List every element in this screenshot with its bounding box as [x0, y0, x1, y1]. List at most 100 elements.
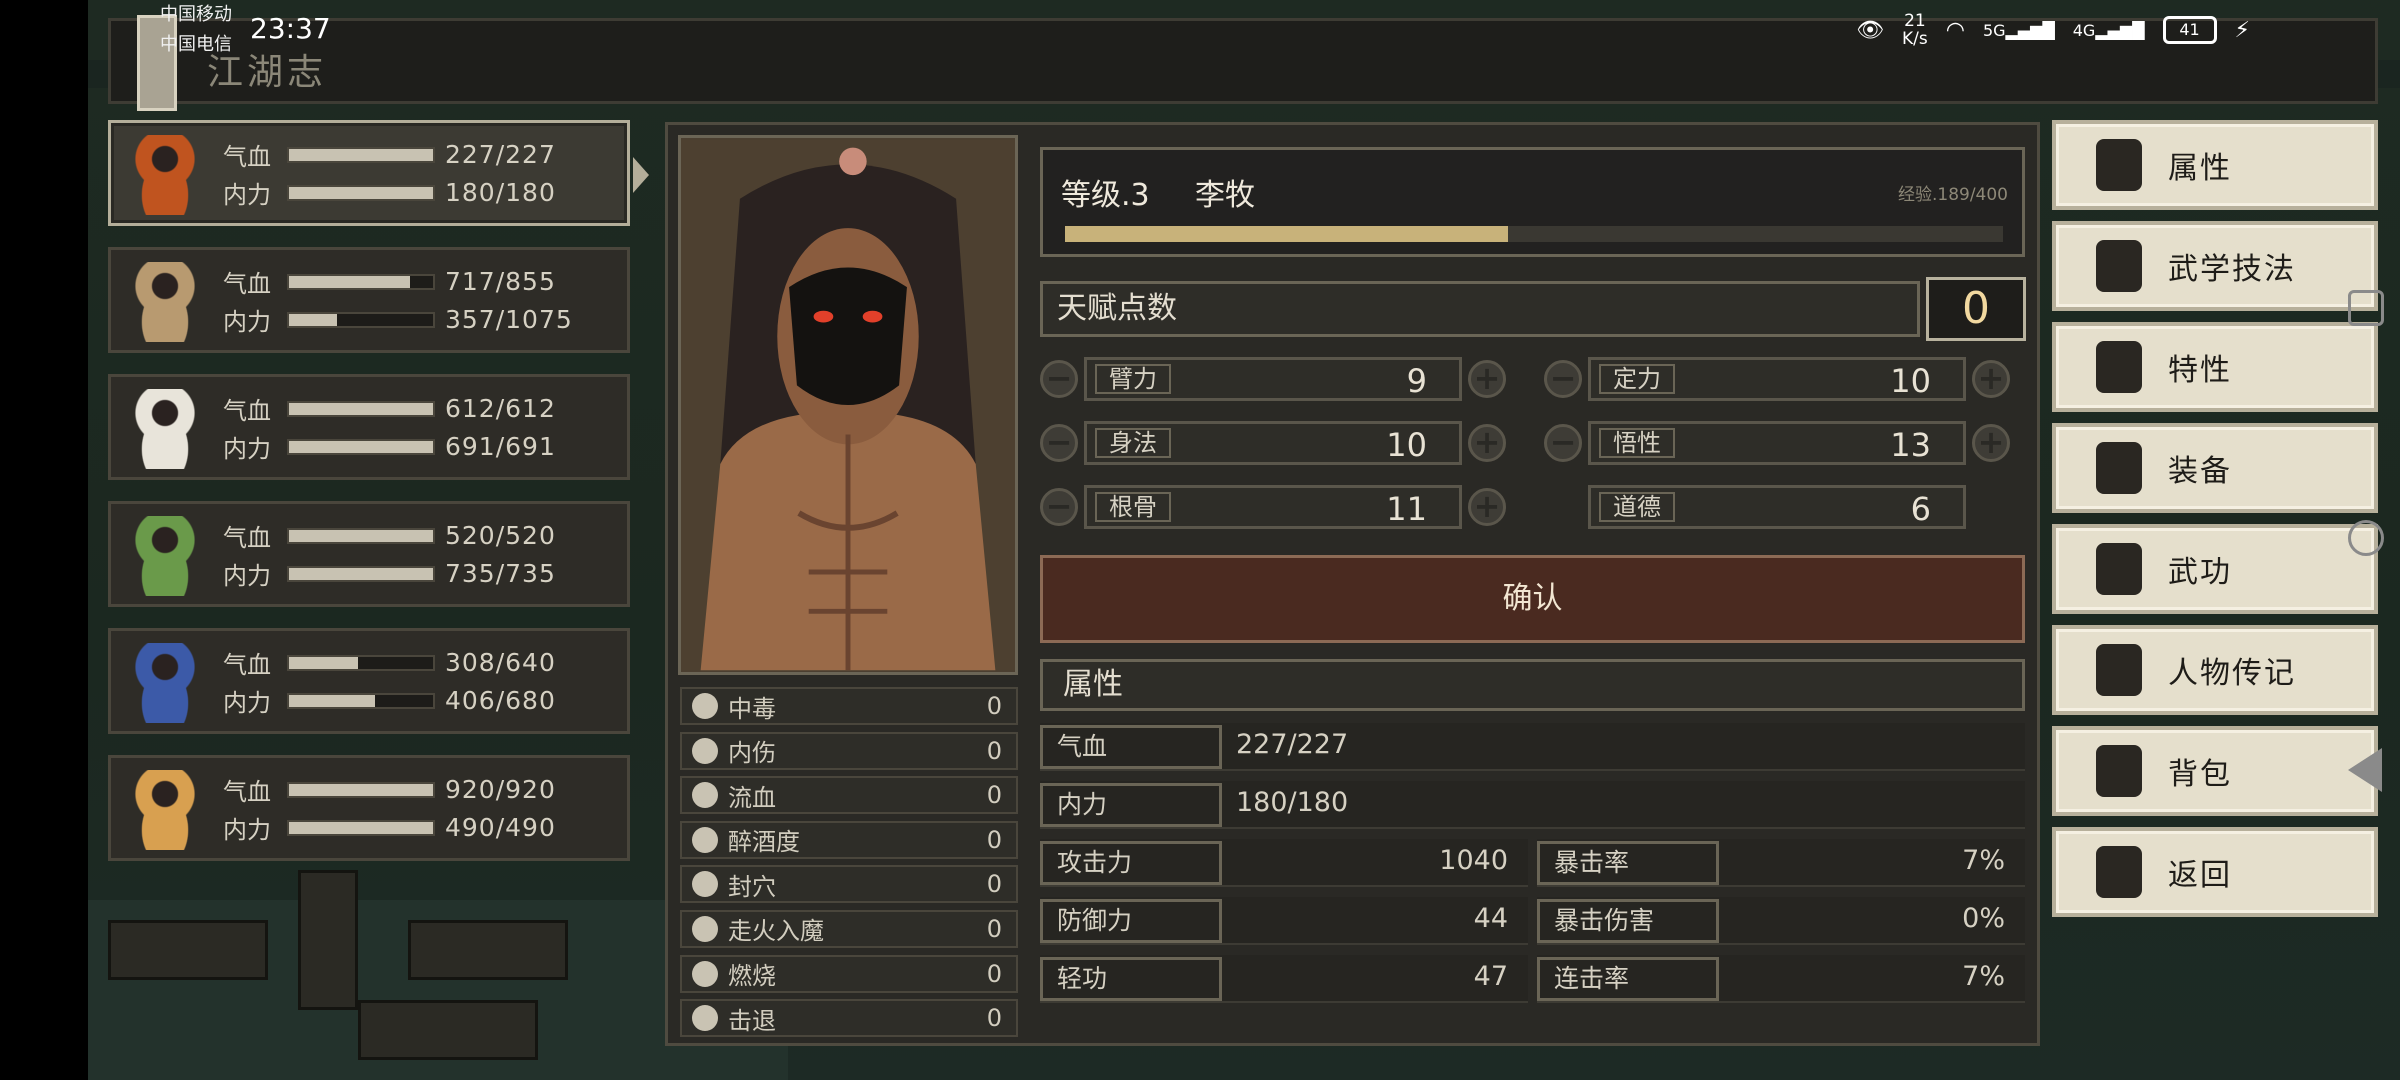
hp-bar	[287, 273, 435, 290]
map-building	[408, 920, 568, 980]
party-member-4[interactable]: 气血 308/640 内力 406/680	[108, 628, 630, 734]
party-member-1[interactable]: 气血 717/855 内力 357/1075	[108, 247, 630, 353]
attr-strength: 臂力 9	[1084, 357, 1462, 401]
decrease-strength-button[interactable]: −	[1040, 360, 1078, 398]
menu-button-book[interactable]: 武功	[2052, 524, 2378, 614]
attr-value: 11	[1386, 490, 1427, 528]
status-effect-row: 击退 0	[680, 999, 1018, 1038]
stat-name: 攻击力	[1040, 841, 1222, 885]
menu-button-technique[interactable]: 武学技法	[2052, 221, 2378, 311]
increase-insight-button[interactable]: +	[1972, 424, 2010, 462]
mp-value: 406/680	[445, 686, 556, 715]
hp-bar	[287, 146, 435, 163]
status-value: 0	[986, 736, 1002, 765]
menu-label: 装备	[2168, 454, 2232, 489]
attr-name: 臂力	[1095, 364, 1171, 394]
menu-button-person[interactable]: 属性	[2052, 120, 2378, 210]
sword-icon	[2096, 442, 2142, 494]
hp-label: 气血	[223, 143, 271, 171]
hp-bar-fill	[289, 656, 359, 669]
back-nav-icon[interactable]	[2348, 748, 2382, 792]
mp-label: 内力	[223, 816, 271, 844]
party-member-3[interactable]: 气血 520/520 内力 735/735	[108, 501, 630, 607]
character-sprite-icon	[125, 389, 205, 469]
person-icon	[2096, 139, 2142, 191]
menu-button-scroll[interactable]: 人物传记	[2052, 625, 2378, 715]
hp-label: 气血	[223, 524, 271, 552]
exp-bar-fill	[1065, 226, 1509, 242]
character-sprite-icon	[125, 135, 205, 215]
level-box: 等级.3 李牧 经验.189/400	[1040, 147, 2025, 257]
status-effect-row: 中毒 0	[680, 687, 1018, 725]
character-sprite-icon	[125, 643, 205, 723]
increase-constitution-button[interactable]: +	[1468, 488, 1506, 526]
decrease-insight-button[interactable]: −	[1544, 424, 1582, 462]
menu-button-sword[interactable]: 装备	[2052, 423, 2378, 513]
stat-crit-rate: 暴击率 7%	[1537, 839, 2025, 887]
decrease-constitution-button[interactable]: −	[1040, 488, 1078, 526]
status-effect-row: 封穴 0	[680, 865, 1018, 904]
decrease-agility-button[interactable]: −	[1040, 424, 1078, 462]
character-portrait	[678, 135, 1018, 675]
confirm-button[interactable]: 确认	[1040, 555, 2025, 643]
attr-composure: 定力 10	[1588, 357, 1966, 401]
side-menu: 属性武学技法特性装备武功人物传记背包返回	[2052, 120, 2382, 928]
attr-value: 9	[1406, 362, 1427, 400]
menu-label: 武功	[2168, 555, 2232, 590]
hp-bar-fill	[289, 148, 433, 161]
mp-label: 内力	[223, 181, 271, 209]
trait-icon	[2096, 341, 2142, 393]
mp-bar-fill	[289, 567, 433, 580]
status-name: 内伤	[728, 739, 776, 768]
stat-value: 227/227	[1236, 729, 1349, 760]
menu-button-door[interactable]: 返回	[2052, 827, 2378, 917]
increase-agility-button[interactable]: +	[1468, 424, 1506, 462]
party-member-2[interactable]: 气血 612/612 内力 691/691	[108, 374, 630, 480]
hp-bar	[287, 654, 435, 671]
wifi-icon: ◠	[1945, 17, 1965, 43]
mp-bar	[287, 438, 435, 455]
menu-button-bag[interactable]: 背包	[2052, 726, 2378, 816]
stat-crit-damage: 暴击伤害 0%	[1537, 897, 2025, 945]
status-effect-row: 走火入魔 0	[680, 909, 1018, 948]
stat-value: 0%	[1962, 903, 2005, 934]
mp-value: 180/180	[445, 178, 556, 207]
mp-bar-fill	[289, 440, 433, 453]
status-name: 中毒	[728, 694, 776, 723]
increase-composure-button[interactable]: +	[1972, 360, 2010, 398]
battery-icon: 41	[2162, 16, 2217, 44]
hp-label: 气血	[223, 651, 271, 679]
stat-name: 暴击伤害	[1537, 899, 1719, 943]
status-name: 击退	[728, 1006, 776, 1035]
mp-value: 691/691	[445, 432, 556, 461]
mp-label: 内力	[223, 689, 271, 717]
mp-bar-fill	[289, 186, 433, 199]
party-member-5[interactable]: 气血 920/920 内力 490/490	[108, 755, 630, 861]
party-list: 气血 227/227 内力 180/180 气血 717/855 内力 357/1075 气血 6…	[108, 120, 649, 882]
stat-combo-rate: 连击率 7%	[1537, 955, 2025, 1003]
decrease-composure-button[interactable]: −	[1544, 360, 1582, 398]
hp-bar-fill	[289, 783, 433, 796]
increase-strength-button[interactable]: +	[1468, 360, 1506, 398]
hp-bar-fill	[289, 529, 433, 542]
menu-button-trait[interactable]: 特性	[2052, 322, 2378, 412]
attr-insight: 悟性 13	[1588, 421, 1966, 465]
attr-agility: 身法 10	[1084, 421, 1462, 465]
attr-name: 定力	[1599, 364, 1675, 394]
hp-value: 308/640	[445, 648, 556, 677]
character-name: 李牧	[1195, 178, 1255, 213]
home-nav-icon[interactable]	[2348, 520, 2384, 556]
status-value: 0	[986, 870, 1002, 899]
stat-attack: 攻击力 1040	[1040, 839, 1528, 887]
hp-label: 气血	[223, 397, 271, 425]
status-effect-list: 中毒 0 内伤 0 流血 0 醉酒度 0 封穴 0 走火入魔 0 燃烧 0 击退 0	[680, 687, 1018, 1044]
hp-value: 717/855	[445, 267, 556, 296]
stat-row-mp: 内力 180/180	[1040, 781, 2025, 829]
floating-window-icon[interactable]	[2348, 290, 2384, 326]
drunk-icon	[692, 826, 718, 853]
party-member-0[interactable]: 气血 227/227 内力 180/180	[108, 120, 649, 226]
stat-value: 1040	[1439, 845, 1508, 876]
scroll-icon	[2096, 644, 2142, 696]
status-effect-row: 燃烧 0	[680, 954, 1018, 993]
technique-icon	[2096, 240, 2142, 292]
